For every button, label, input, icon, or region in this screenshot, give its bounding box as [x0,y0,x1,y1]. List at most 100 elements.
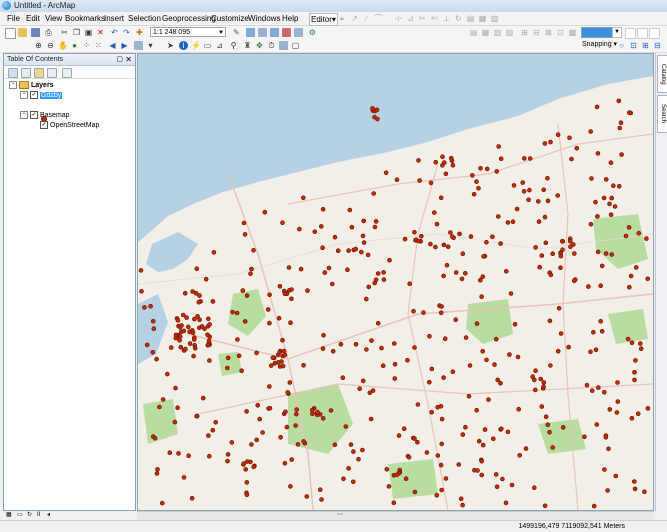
map-point-marker[interactable] [438,310,444,316]
map-point-marker[interactable] [346,248,351,253]
map-point-marker[interactable] [372,280,377,286]
map-point-marker[interactable] [251,248,256,253]
map-point-marker[interactable] [602,467,607,472]
map-point-marker[interactable] [503,269,509,274]
map-point-marker[interactable] [495,377,501,383]
map-point-marker[interactable] [289,457,294,462]
python-window-icon[interactable] [294,28,303,37]
search-window-icon[interactable] [270,28,279,37]
map-point-marker[interactable] [623,233,629,239]
map-point-marker[interactable] [332,234,338,240]
map-point-marker[interactable] [632,377,637,383]
map-point-marker[interactable] [407,281,413,286]
map-point-marker[interactable] [605,488,610,493]
map-point-marker[interactable] [205,342,211,348]
map-point-marker[interactable] [517,452,523,458]
map-point-marker[interactable] [415,439,420,445]
end-snapping-icon[interactable]: ⊡ [629,41,638,50]
map-point-marker[interactable] [493,472,499,477]
map-point-marker[interactable] [157,404,162,410]
map-point-marker[interactable] [251,464,256,470]
map-point-marker[interactable] [633,358,638,363]
map-point-marker[interactable] [593,199,598,205]
map-point-marker[interactable] [460,251,466,256]
map-point-marker[interactable] [434,492,440,498]
map-point-marker[interactable] [248,271,253,276]
map-point-marker[interactable] [244,409,249,414]
map-point-marker[interactable] [475,468,480,473]
map-point-marker[interactable] [614,410,620,415]
map-point-marker[interactable] [412,345,417,350]
map-point-marker[interactable] [453,270,459,275]
map-point-marker[interactable] [187,341,193,346]
map-point-marker[interactable] [442,336,448,342]
georef-tool-3-icon[interactable]: ▧ [493,28,502,37]
map-point-marker[interactable] [595,214,600,219]
map-point-marker[interactable] [297,226,302,232]
map-point-marker[interactable] [392,376,398,381]
map-point-marker[interactable] [160,397,166,402]
map-point-marker[interactable] [206,338,212,344]
map-point-marker[interactable] [262,209,268,215]
map-point-marker[interactable] [547,318,553,324]
map-point-marker[interactable] [492,362,497,367]
map-point-marker[interactable] [456,462,462,467]
chevron-down-icon[interactable]: ▼ [612,27,622,38]
map-point-marker[interactable] [225,355,231,361]
map-point-marker[interactable] [245,459,250,464]
map-point-marker[interactable] [369,338,374,343]
back-extent-icon[interactable]: ◀ [108,41,117,50]
map-point-marker[interactable] [281,348,287,354]
save-icon[interactable] [31,28,40,37]
map-point-marker[interactable] [138,268,144,273]
map-point-marker[interactable] [391,341,397,346]
map-point-marker[interactable] [445,244,451,250]
map-point-marker[interactable] [381,270,386,275]
map-point-marker[interactable] [542,503,548,509]
map-point-marker[interactable] [589,388,595,394]
print-icon[interactable]: ⎙ [44,28,53,37]
map-point-marker[interactable] [555,193,561,198]
map-point-marker[interactable] [361,240,367,245]
menu-customize[interactable]: Customize [210,13,250,24]
map-point-marker[interactable] [555,132,561,137]
refresh-icon[interactable]: ↻ [27,511,32,519]
map-point-marker[interactable] [558,331,564,336]
forward-extent-icon[interactable]: ▶ [120,41,129,50]
menu-geoprocessing[interactable]: Geoprocessing [161,13,217,24]
map-point-marker[interactable] [372,224,378,230]
topology-tool-4-icon[interactable]: ⊡ [556,28,565,37]
map-point-marker[interactable] [386,484,392,489]
find-route-icon[interactable]: ♜ [243,41,252,50]
menu-help[interactable]: Help [281,13,299,24]
map-point-marker[interactable] [205,332,210,338]
map-point-marker[interactable] [469,173,475,178]
map-point-marker[interactable] [180,312,186,318]
map-point-marker[interactable] [244,492,250,498]
map-point-marker[interactable] [598,283,604,288]
map-point-marker[interactable] [285,390,290,395]
map-point-marker[interactable] [243,467,248,472]
map-point-marker[interactable] [317,487,323,493]
add-data-icon[interactable]: ✚ [135,28,144,37]
map-point-marker[interactable] [477,277,483,283]
map-point-marker[interactable] [480,274,486,279]
map-point-marker[interactable] [367,390,373,396]
map-point-marker[interactable] [287,380,293,385]
map-point-marker[interactable] [394,472,400,478]
horizontal-scrollbar[interactable]: ⋯ [137,511,654,520]
map-point-marker[interactable] [255,402,260,408]
map-point-marker[interactable] [607,407,613,412]
map-point-marker[interactable] [177,334,183,339]
map-point-marker[interactable] [427,333,432,339]
map-point-marker[interactable] [584,382,590,388]
map-point-marker[interactable] [505,220,511,225]
topology-tool-3-icon[interactable]: ⊠ [544,28,553,37]
map-point-marker[interactable] [428,241,433,247]
map-point-marker[interactable] [478,166,483,171]
layer-visibility-checkbox[interactable]: ✓ [30,91,38,100]
edit-vertices-icon[interactable]: ⊿ [406,14,415,23]
find-binoculars-icon[interactable]: ⚲ [229,41,238,50]
paste-icon[interactable]: ▣ [84,28,93,37]
map-point-marker[interactable] [225,458,230,464]
